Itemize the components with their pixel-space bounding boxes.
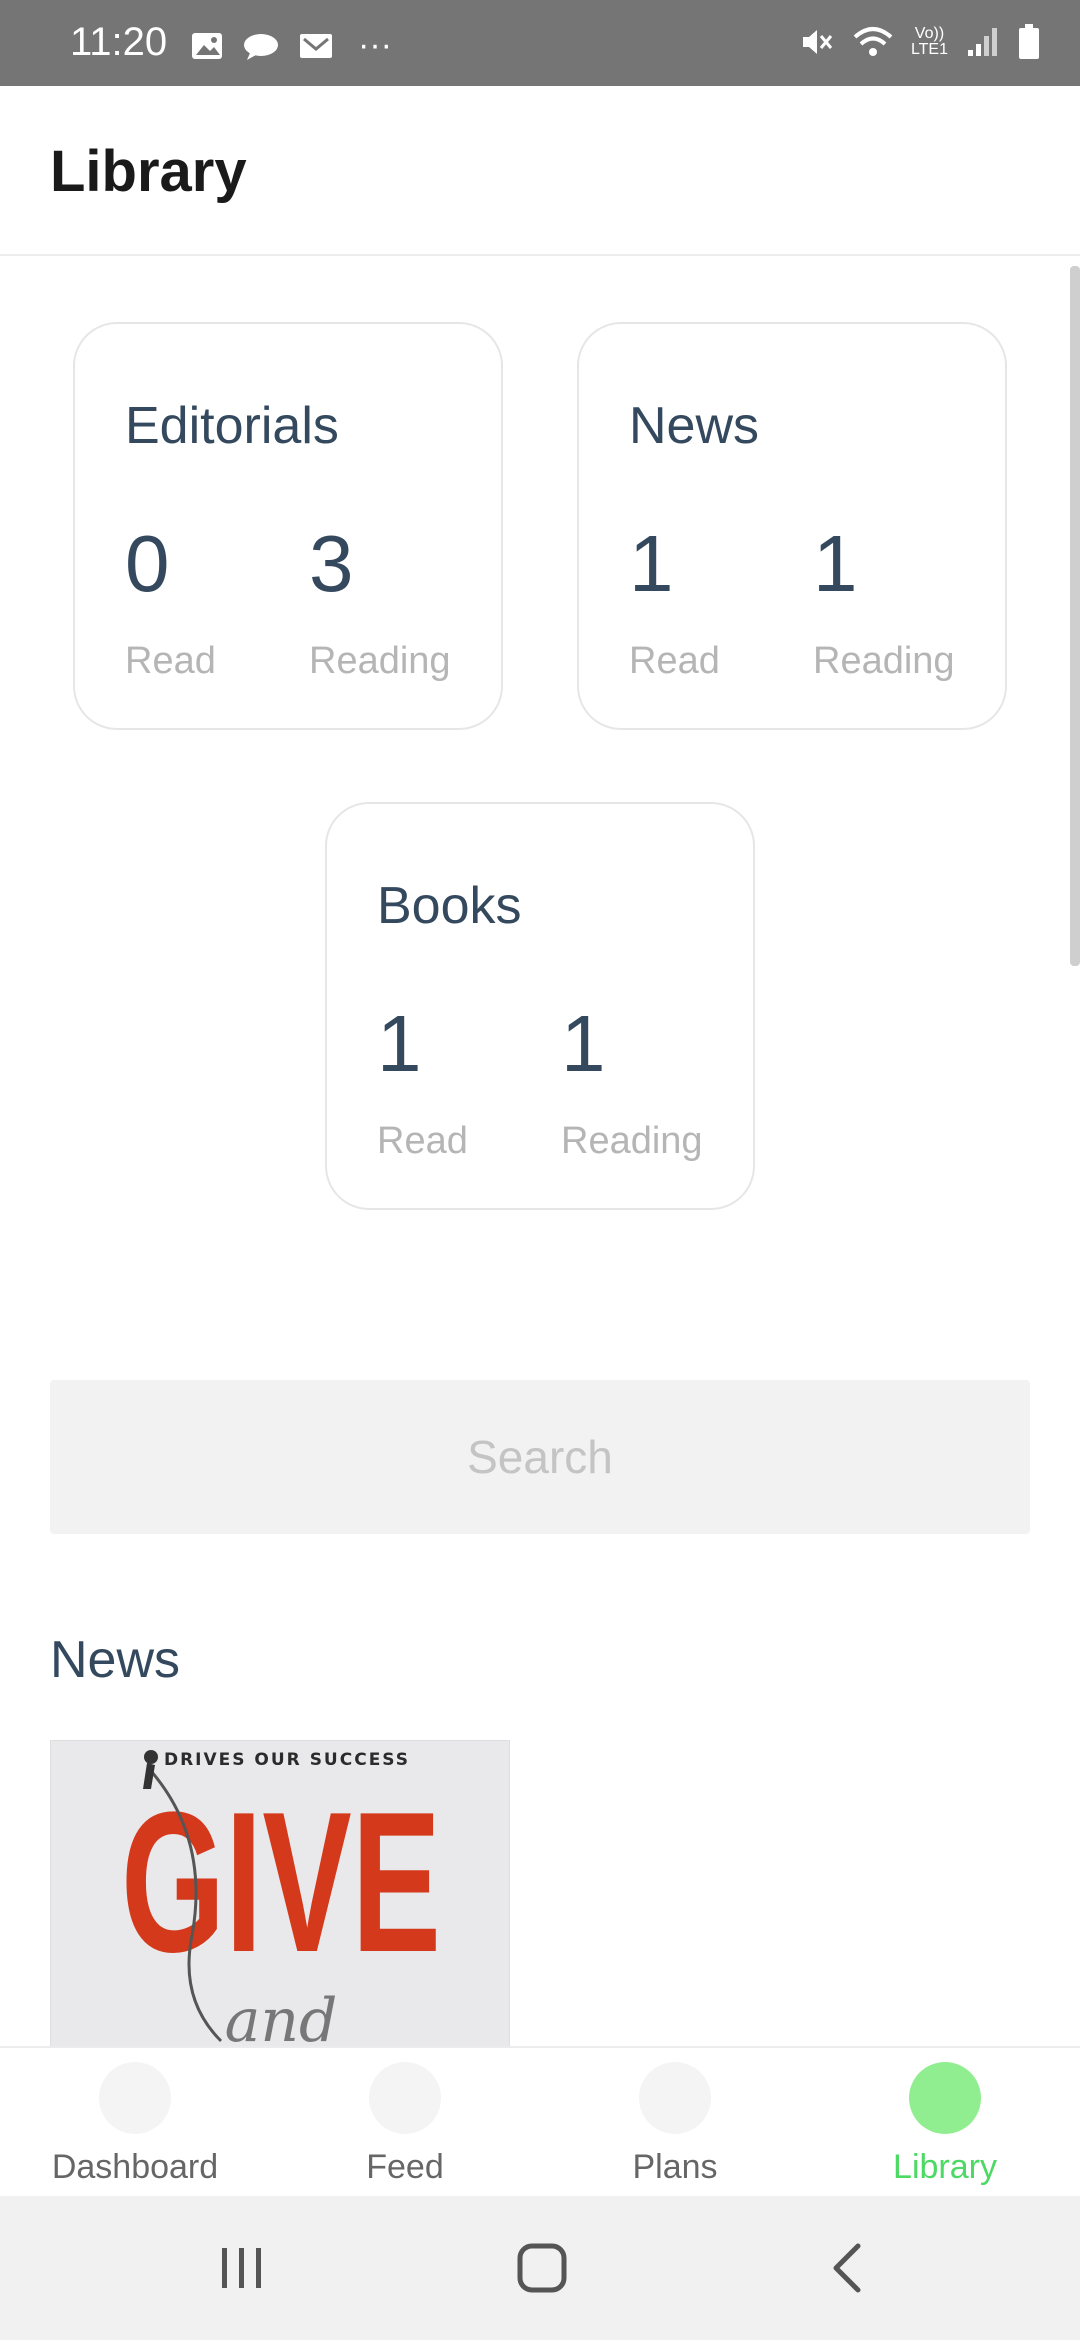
search-placeholder: Search [467,1431,613,1483]
stat-read: 1 Read [377,1004,468,1163]
stat-reading-count: 1 [813,519,858,608]
cover-script: and [225,1986,338,2046]
stat-card-editorials[interactable]: Editorials 0 Read 3 Reading [73,322,503,730]
nav-item-library[interactable]: Library [810,2048,1080,2198]
recents-icon[interactable] [218,2244,266,2292]
mail-icon [300,33,332,58]
volte-icon: Vo)) LTE1 [911,26,948,58]
book-cover-image: DRIVES OUR SUCCESS GIVE and [51,1741,509,2046]
cloud-chat-icon [244,33,278,60]
nav-label: Plans [632,2148,718,2186]
search-input[interactable]: Search [50,1380,1030,1534]
stat-reading: 1 Reading [561,1004,703,1163]
stat-read-label: Read [629,640,720,682]
cover-title: GIVE [121,1771,441,1994]
system-nav-bar [0,2196,1080,2340]
stat-read: 1 Read [629,524,720,683]
stat-read-count: 0 [125,519,170,608]
cover-tagline: DRIVES OUR SUCCESS [164,1750,410,1770]
page-title: Library [50,139,247,204]
stat-reading: 3 Reading [309,524,451,683]
status-bar: 11:20 ··· Vo)) LTE1 [0,0,1080,86]
scrollbar[interactable] [1070,266,1080,966]
nav-label: Dashboard [51,2148,219,2186]
nav-label: Library [893,2148,997,2186]
bottom-nav: Dashboard Feed Plans Library [0,2046,1080,2196]
volte-text: Vo)) [914,25,945,42]
library-content[interactable]: Editorials 0 Read 3 Reading News 1 Read … [0,256,1080,2046]
plans-icon [639,2062,711,2134]
stat-reading-count: 1 [561,999,606,1088]
stat-card-news[interactable]: News 1 Read 1 Reading [577,322,1007,730]
stat-reading: 1 Reading [813,524,955,683]
dashboard-icon [99,2062,171,2134]
stat-read-label: Read [125,640,216,682]
nav-label: Feed [366,2148,444,2186]
status-time: 11:20 [70,20,168,64]
news-thumbnail[interactable]: DRIVES OUR SUCCESS GIVE and [50,1740,510,2046]
library-icon [909,2062,981,2134]
feed-icon [369,2062,441,2134]
stat-reading-label: Reading [813,640,955,682]
status-icons-right: Vo)) LTE1 [799,24,1040,60]
section-title-news: News [50,1631,181,1689]
stat-read-count: 1 [629,519,674,608]
card-title: Books [377,877,522,935]
status-icons-left: ··· [190,26,392,65]
signal-icon [968,28,997,56]
card-title: Editorials [125,397,339,455]
stat-reading-label: Reading [309,640,451,682]
stat-reading-label: Reading [561,1120,703,1162]
mute-icon [802,30,833,54]
stat-read-label: Read [377,1120,468,1162]
card-title: News [629,397,760,455]
image-icon [192,32,222,59]
nav-item-dashboard[interactable]: Dashboard [0,2048,270,2198]
app-header: Library [0,86,1080,256]
back-icon[interactable] [828,2242,864,2294]
battery-icon [1019,24,1039,59]
home-icon[interactable] [516,2242,568,2294]
stat-reading-count: 3 [309,519,354,608]
more-icon: ··· [358,26,392,64]
wifi-icon [853,27,893,56]
stat-read-count: 1 [377,999,422,1088]
nav-item-feed[interactable]: Feed [270,2048,540,2198]
lte-text: LTE1 [910,41,948,58]
stat-card-books[interactable]: Books 1 Read 1 Reading [325,802,755,1210]
stat-read: 0 Read [125,524,216,683]
nav-item-plans[interactable]: Plans [540,2048,810,2198]
